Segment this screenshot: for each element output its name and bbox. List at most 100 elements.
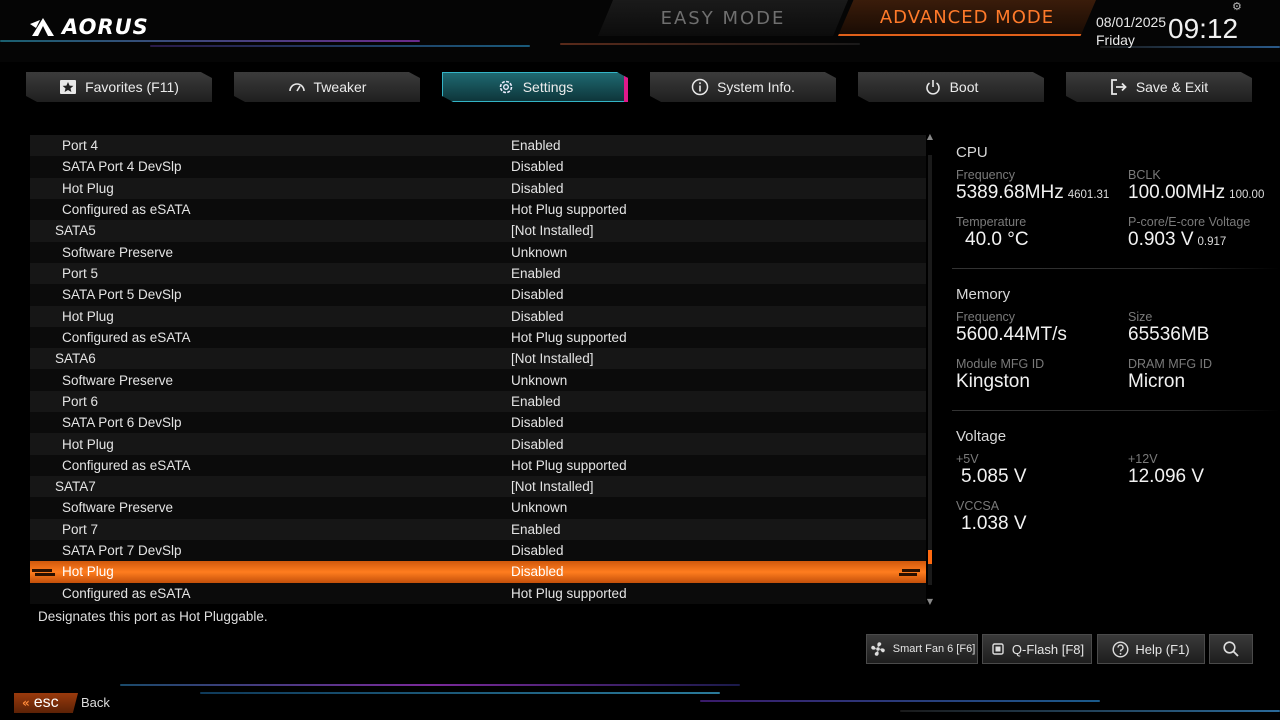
tab-label: Tweaker xyxy=(313,79,367,95)
setting-row[interactable]: Port 7 Enabled xyxy=(30,518,926,540)
settings-list: Port 4 Enabled SATA Port 4 DevSlp Disabled H… xyxy=(30,135,926,604)
sata-group-row[interactable]: SATA5 [Not Installed] xyxy=(30,220,926,242)
setting-value[interactable]: Disabled xyxy=(511,287,564,302)
scroll-thumb[interactable] xyxy=(928,550,932,564)
tab-favorites[interactable]: Favorites (F11) xyxy=(26,72,212,102)
setting-value[interactable]: Disabled xyxy=(511,543,564,558)
scroll-up-arrow-icon[interactable]: ▲ xyxy=(926,133,934,141)
memory-frequency: Frequency 5600.44MT/s xyxy=(956,310,1067,346)
setting-value[interactable]: Disabled xyxy=(511,415,564,430)
stat-sub-value: 4601.31 xyxy=(1067,189,1110,201)
tab-save-exit[interactable]: Save & Exit xyxy=(1066,72,1252,102)
stat-value: 5.085 V xyxy=(961,466,1027,487)
setting-label: Hot Plug xyxy=(62,564,114,580)
help-description: Designates this port as Hot Pluggable. xyxy=(38,609,268,624)
setting-row[interactable]: SATA Port 4 DevSlp Disabled xyxy=(30,156,926,178)
setting-row[interactable]: Hot Plug Disabled xyxy=(30,177,926,199)
setting-value[interactable]: Enabled xyxy=(511,394,561,409)
setting-value[interactable]: Disabled xyxy=(511,181,564,196)
tab-boot[interactable]: Boot xyxy=(858,72,1044,102)
help-button[interactable]: Help (F1) xyxy=(1097,634,1205,664)
setting-label: Configured as eSATA xyxy=(62,329,191,345)
setting-value[interactable]: Disabled xyxy=(511,564,564,579)
setting-value[interactable]: Disabled xyxy=(511,159,564,174)
setting-value[interactable]: Hot Plug supported xyxy=(511,586,627,601)
sata-group-row[interactable]: SATA7 [Not Installed] xyxy=(30,476,926,498)
selected-setting-row[interactable]: Hot Plug Disabled xyxy=(30,561,926,583)
back-label[interactable]: Back xyxy=(81,695,110,710)
settings-gear-icon[interactable]: ⚙ xyxy=(1232,0,1242,13)
chevrons-left-icon: « xyxy=(22,696,30,710)
stat-value: 5600.44MT/s xyxy=(956,324,1067,345)
setting-value[interactable]: Hot Plug supported xyxy=(511,458,627,473)
setting-row[interactable]: Software Preserve Unknown xyxy=(30,497,926,519)
setting-row[interactable]: Configured as eSATA Hot Plug supported xyxy=(30,326,926,349)
setting-label: SATA Port 5 DevSlp xyxy=(62,287,182,303)
setting-value[interactable]: [Not Installed] xyxy=(511,479,594,494)
setting-label: Configured as eSATA xyxy=(62,457,191,473)
setting-row[interactable]: Port 5 Enabled xyxy=(30,262,926,285)
fan-icon xyxy=(870,642,885,656)
help-icon xyxy=(1112,640,1129,658)
tab-system-info[interactable]: System Info. xyxy=(650,72,836,102)
info-icon xyxy=(691,78,709,96)
setting-row[interactable]: Port 4 Enabled xyxy=(30,135,926,157)
esc-key-badge[interactable]: « esc xyxy=(14,693,78,713)
setting-row[interactable]: Configured as eSATA Hot Plug supported xyxy=(30,454,926,476)
setting-value[interactable]: [Not Installed] xyxy=(511,351,594,366)
setting-row[interactable]: Software Preserve Unknown xyxy=(30,369,926,391)
smart-fan-button[interactable]: Smart Fan 6 [F6] xyxy=(866,634,978,664)
header-decoration xyxy=(0,38,1280,50)
setting-value[interactable]: Unknown xyxy=(511,245,567,260)
setting-row[interactable]: Port 6 Enabled xyxy=(30,390,926,413)
qflash-button[interactable]: Q-Flash [F8] xyxy=(982,634,1092,664)
setting-label: SATA Port 6 DevSlp xyxy=(62,415,182,431)
setting-value[interactable]: Hot Plug supported xyxy=(511,330,627,345)
cpu-voltage: P-core/E-core Voltage 0.903 V 0.917 xyxy=(1128,215,1250,251)
section-divider xyxy=(952,410,1280,411)
cpu-temperature: Temperature 40.0 °C xyxy=(956,215,1029,251)
setting-value[interactable]: Enabled xyxy=(511,266,561,281)
stat-value: Micron xyxy=(1128,371,1186,392)
stat-value: 40.0 °C xyxy=(965,229,1029,250)
setting-row[interactable]: Configured as eSATA Hot Plug supported xyxy=(30,198,926,221)
exit-icon xyxy=(1110,79,1127,95)
scroll-track[interactable] xyxy=(928,155,932,585)
setting-value[interactable]: Unknown xyxy=(511,500,567,515)
setting-row[interactable]: Configured as eSATA Hot Plug supported xyxy=(30,582,926,604)
setting-row[interactable]: Hot Plug Disabled xyxy=(30,305,926,327)
sata-group-row[interactable]: SATA6 [Not Installed] xyxy=(30,348,926,370)
setting-label: SATA6 xyxy=(55,351,96,367)
tab-settings[interactable]: Settings xyxy=(442,72,628,102)
setting-row[interactable]: SATA Port 6 DevSlp Disabled xyxy=(30,412,926,434)
setting-row[interactable]: SATA Port 5 DevSlp Disabled xyxy=(30,284,926,306)
speedometer-icon xyxy=(288,83,305,92)
stat-label: Size xyxy=(1128,310,1153,324)
stat-label: DRAM MFG ID xyxy=(1128,357,1213,371)
scrollbar[interactable]: ▲ ▼ xyxy=(926,133,934,606)
button-label: Help (F1) xyxy=(1135,641,1190,657)
voltage-section: Voltage xyxy=(956,428,1280,445)
setting-value[interactable]: Unknown xyxy=(511,373,567,388)
search-button[interactable] xyxy=(1209,634,1253,664)
setting-value[interactable]: Hot Plug supported xyxy=(511,202,627,217)
setting-value[interactable]: [Not Installed] xyxy=(511,223,594,238)
setting-row[interactable]: Hot Plug Disabled xyxy=(30,433,926,455)
setting-value[interactable]: Enabled xyxy=(511,522,561,537)
day-text: Friday xyxy=(1096,32,1135,48)
setting-value[interactable]: Disabled xyxy=(511,437,564,452)
easy-mode-button[interactable]: EASY MODE xyxy=(598,0,848,36)
advanced-mode-label: ADVANCED MODE xyxy=(879,6,1055,28)
setting-row[interactable]: Software Preserve Unknown xyxy=(30,241,926,263)
advanced-mode-button[interactable]: ADVANCED MODE xyxy=(838,0,1096,36)
setting-value[interactable]: Enabled xyxy=(511,138,561,153)
setting-row[interactable]: SATA Port 7 DevSlp Disabled xyxy=(30,539,926,562)
stat-label: Frequency xyxy=(956,168,1016,182)
tab-tweaker[interactable]: Tweaker xyxy=(234,72,420,102)
cpu-bclk: BCLK 100.00MHz 100.00 xyxy=(1128,168,1264,204)
tab-label: Save & Exit xyxy=(1135,79,1209,95)
brand-text: AORUS xyxy=(62,15,149,39)
scroll-down-arrow-icon[interactable]: ▼ xyxy=(926,598,934,606)
setting-value[interactable]: Disabled xyxy=(511,309,564,324)
memory-title: Memory xyxy=(956,286,1011,303)
